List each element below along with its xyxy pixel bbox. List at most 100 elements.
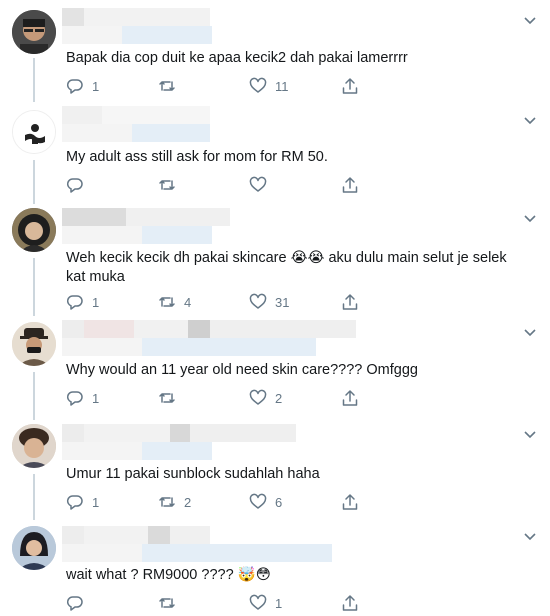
share-button[interactable] <box>341 388 359 408</box>
like-button[interactable]: 1 <box>249 593 282 613</box>
share-icon <box>342 78 358 94</box>
reply-tweet[interactable]: wait what ? RM9000 ???? 🤯😳 1 <box>0 522 550 616</box>
share-button[interactable] <box>341 593 359 613</box>
like-count: 31 <box>275 294 290 310</box>
redacted-username <box>62 8 362 44</box>
redacted-username <box>62 208 362 244</box>
chevron-down-icon[interactable] <box>522 324 538 340</box>
share-button[interactable] <box>341 292 359 312</box>
share-icon <box>342 494 358 510</box>
reply-count: 1 <box>92 390 100 406</box>
share-icon <box>342 595 358 611</box>
reply-tweet[interactable]: Why would an 11 year old need skin care?… <box>0 318 550 422</box>
reply-text: Weh kecik kecik dh pakai skincare 😭😭 aku… <box>66 250 507 285</box>
avatar[interactable] <box>12 526 56 570</box>
tweet-actions: 1 <box>66 593 366 613</box>
reply-button[interactable]: 1 <box>66 388 99 408</box>
retweet-button[interactable] <box>158 175 184 195</box>
retweet-button[interactable]: 2 <box>158 492 191 512</box>
avatar[interactable] <box>12 208 56 252</box>
avatar[interactable] <box>12 110 56 154</box>
tweet-actions: 1 11 <box>66 76 366 96</box>
share-button[interactable] <box>341 76 359 96</box>
like-button[interactable]: 31 <box>249 292 289 312</box>
share-icon <box>342 390 358 406</box>
redacted-username <box>62 320 362 356</box>
like-count: 11 <box>275 78 289 94</box>
retweet-button[interactable] <box>158 76 184 96</box>
avatar[interactable] <box>12 322 56 366</box>
reply-button[interactable] <box>66 175 92 195</box>
retweet-button[interactable]: 4 <box>158 292 191 312</box>
heart-icon <box>249 77 267 93</box>
reply-icon <box>66 178 83 193</box>
retweet-icon <box>159 598 175 608</box>
redacted-username <box>62 106 362 142</box>
like-button[interactable] <box>249 175 275 195</box>
tweet-actions: 1 2 <box>66 388 366 408</box>
reply-tweet[interactable]: My adult ass still ask for mom for RM 50… <box>0 104 550 206</box>
like-button[interactable]: 2 <box>249 388 282 408</box>
reply-text: My adult ass still ask for mom for RM 50… <box>66 149 328 165</box>
chevron-down-icon[interactable] <box>522 426 538 442</box>
retweet-count: 4 <box>184 294 192 310</box>
chevron-down-icon[interactable] <box>522 12 538 28</box>
reply-text: Why would an 11 year old need skin care?… <box>66 362 418 378</box>
reply-count: 1 <box>92 78 100 94</box>
reply-tweet[interactable]: Umur 11 pakai sunblock sudahlah haha 1 2… <box>0 422 550 522</box>
thread-line <box>33 474 35 520</box>
like-count: 6 <box>275 494 283 510</box>
thread-line <box>33 258 35 316</box>
share-button[interactable] <box>341 175 359 195</box>
retweet-icon <box>159 297 175 307</box>
thread-line <box>33 160 35 204</box>
reply-icon <box>66 391 83 406</box>
reply-icon <box>66 295 83 310</box>
chevron-down-icon[interactable] <box>522 210 538 226</box>
retweet-icon <box>159 180 175 190</box>
heart-icon <box>249 293 267 309</box>
tweet-actions: 1 2 6 <box>66 492 366 512</box>
retweet-icon <box>159 393 175 403</box>
redacted-username <box>62 424 362 460</box>
share-button[interactable] <box>341 492 359 512</box>
retweet-button[interactable] <box>158 593 184 613</box>
tweet-actions: 1 4 31 <box>66 292 366 312</box>
like-count: 1 <box>275 595 283 611</box>
reply-button[interactable]: 1 <box>66 292 99 312</box>
retweet-icon <box>159 497 175 507</box>
reply-count: 1 <box>92 494 100 510</box>
heart-icon <box>249 389 267 405</box>
reply-icon <box>66 596 83 611</box>
reply-text: Umur 11 pakai sunblock sudahlah haha <box>66 466 320 482</box>
thread-line <box>33 58 35 102</box>
reply-button[interactable] <box>66 593 92 613</box>
heart-icon <box>249 493 267 509</box>
tweet-actions <box>66 175 366 195</box>
reply-button[interactable]: 1 <box>66 492 99 512</box>
reply-text: wait what ? RM9000 ???? 🤯😳 <box>66 567 271 583</box>
retweet-icon <box>159 81 175 91</box>
reply-button[interactable]: 1 <box>66 76 99 96</box>
avatar[interactable] <box>12 10 56 54</box>
chevron-down-icon[interactable] <box>522 112 538 128</box>
reply-icon <box>66 79 83 94</box>
like-button[interactable]: 6 <box>249 492 282 512</box>
share-icon <box>342 177 358 193</box>
thread-line <box>33 372 35 420</box>
reply-icon <box>66 495 83 510</box>
like-count: 2 <box>275 390 283 406</box>
heart-icon <box>249 176 267 192</box>
reply-tweet[interactable]: Weh kecik kecik dh pakai skincare 😭😭 aku… <box>0 206 550 318</box>
redacted-username <box>62 526 362 562</box>
retweet-button[interactable] <box>158 388 184 408</box>
reply-text: Bapak dia cop duit ke apaa kecik2 dah pa… <box>66 50 408 66</box>
share-icon <box>342 294 358 310</box>
reply-count: 1 <box>92 294 100 310</box>
like-button[interactable]: 11 <box>249 76 289 96</box>
retweet-count: 2 <box>184 494 192 510</box>
chevron-down-icon[interactable] <box>522 528 538 544</box>
avatar[interactable] <box>12 424 56 468</box>
reply-tweet[interactable]: Bapak dia cop duit ke apaa kecik2 dah pa… <box>0 0 550 104</box>
heart-icon <box>249 594 267 610</box>
